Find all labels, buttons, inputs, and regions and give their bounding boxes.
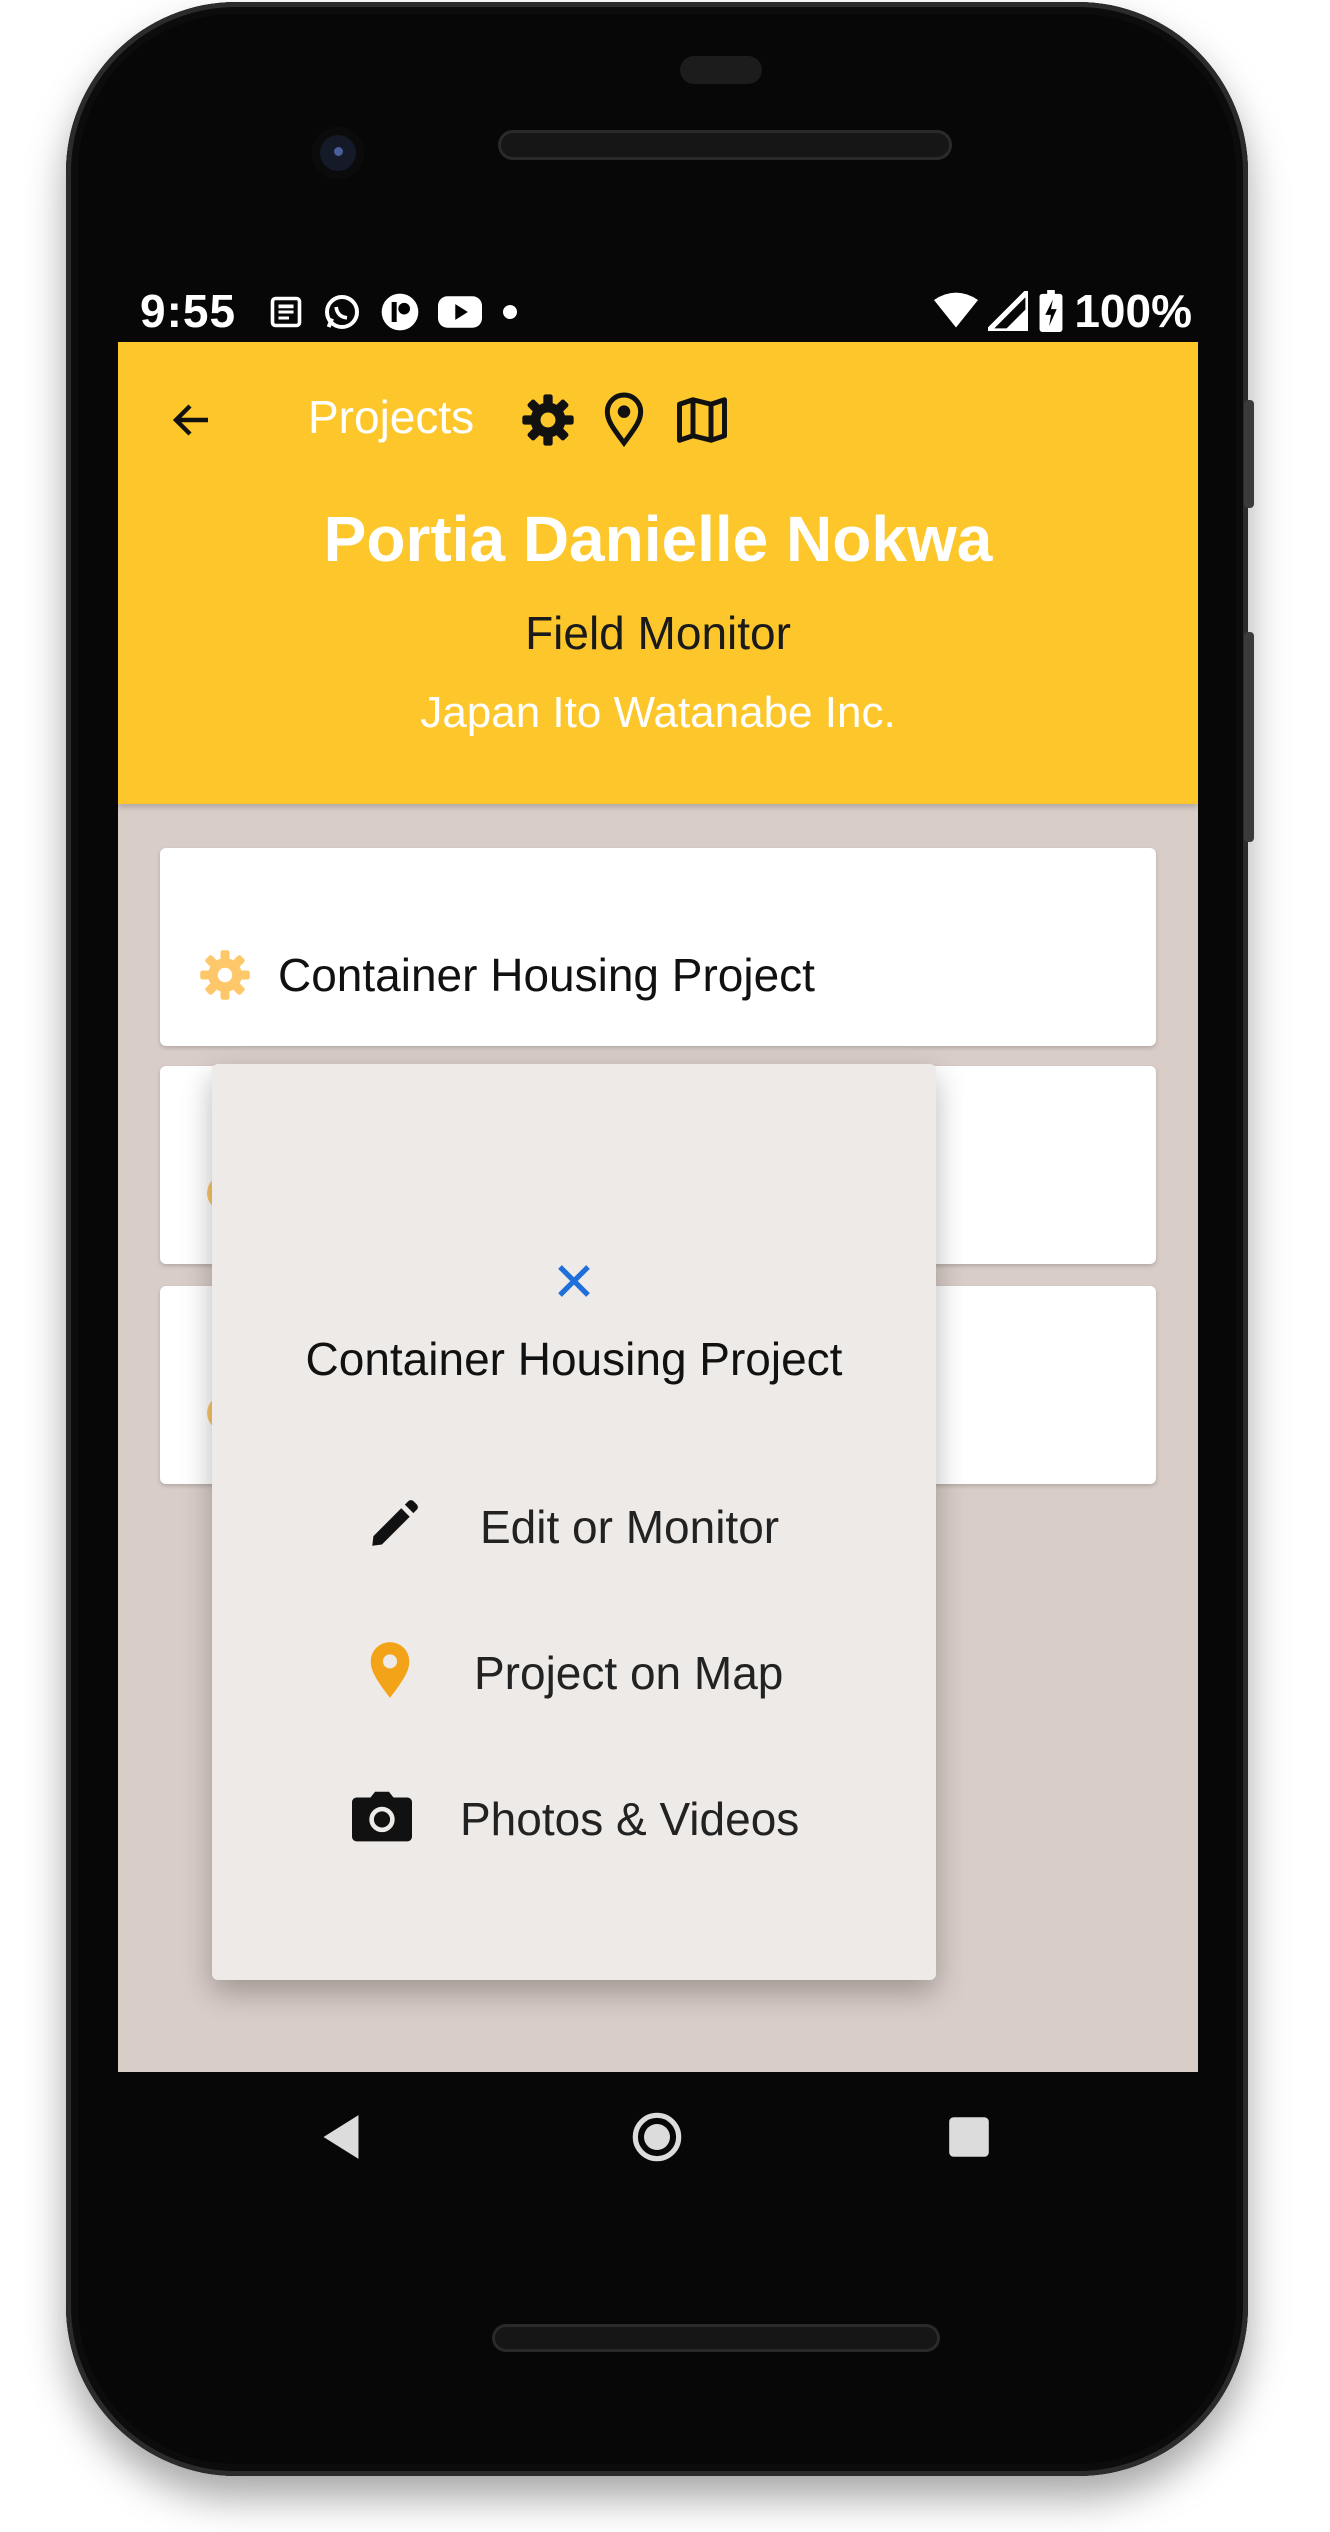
project-on-map-label: Project on Map	[474, 1647, 784, 1699]
photos-videos-label: Photos & Videos	[460, 1793, 800, 1845]
triangle-back-icon	[323, 2115, 359, 2159]
project-card-label: Container Housing Project	[278, 949, 815, 1001]
battery-percent: 100%	[1074, 285, 1192, 337]
dot-icon	[503, 305, 517, 319]
project-on-map-item[interactable]: Project on Map	[212, 1616, 936, 1726]
system-icons: 100%	[934, 284, 1192, 338]
nav-back-button[interactable]	[296, 2092, 386, 2182]
circle-home-icon	[632, 2112, 682, 2162]
app-screen: Projects Portia Danielle Nokwa Field Mon…	[118, 342, 1198, 2072]
nav-home-button[interactable]	[612, 2092, 702, 2182]
notification-icons	[268, 292, 520, 332]
top-sensor	[680, 56, 762, 84]
whatsapp-icon	[325, 295, 359, 329]
edit-or-monitor-item[interactable]: Edit or Monitor	[212, 1470, 936, 1580]
user-company: Japan Ito Watanabe Inc.	[420, 688, 896, 737]
app-bar-title: Projects	[308, 391, 475, 443]
arrow-back-icon	[172, 404, 208, 436]
volume-button	[1244, 400, 1254, 508]
power-button	[1244, 632, 1254, 842]
settings-button[interactable]	[516, 388, 580, 452]
battery-charging-icon	[1039, 290, 1063, 332]
square-recents-icon	[949, 2117, 989, 2157]
system-nav-bar	[118, 2072, 1198, 2202]
app-icon	[381, 293, 419, 331]
close-button[interactable]	[532, 1239, 616, 1323]
news-icon	[270, 296, 302, 328]
user-name: Portia Danielle Nokwa	[323, 503, 993, 575]
bottom-speaker	[492, 2324, 940, 2352]
nav-recents-button[interactable]	[924, 2092, 1014, 2182]
project-options-dialog: Container Housing Project Edit or Monito…	[212, 1064, 936, 1980]
front-camera	[312, 127, 364, 179]
earpiece-speaker	[498, 130, 952, 160]
dialog-title: Container Housing Project	[305, 1333, 843, 1385]
youtube-icon	[438, 296, 482, 328]
edit-or-monitor-label: Edit or Monitor	[480, 1501, 780, 1553]
wifi-icon	[934, 292, 979, 328]
map-button[interactable]	[670, 388, 734, 452]
location-pin-icon	[604, 392, 644, 448]
user-role: Field Monitor	[525, 607, 791, 659]
status-time: 9:55	[140, 285, 237, 337]
close-icon	[558, 1265, 590, 1297]
status-bar: 9:55 100%	[118, 278, 1198, 342]
location-pin-icon	[358, 1638, 422, 1702]
app-bar: Projects Portia Danielle Nokwa Field Mon…	[118, 342, 1198, 804]
settings-icon	[522, 394, 574, 446]
gear-icon	[200, 950, 250, 1000]
signal-icon	[988, 291, 1029, 331]
pencil-icon	[362, 1492, 426, 1556]
location-button[interactable]	[592, 388, 656, 452]
camera-icon	[350, 1784, 414, 1848]
project-card[interactable]: Container Housing Project	[160, 848, 1156, 1046]
map-icon	[677, 397, 727, 443]
back-button[interactable]	[160, 388, 224, 452]
photos-videos-item[interactable]: Photos & Videos	[212, 1762, 936, 1872]
